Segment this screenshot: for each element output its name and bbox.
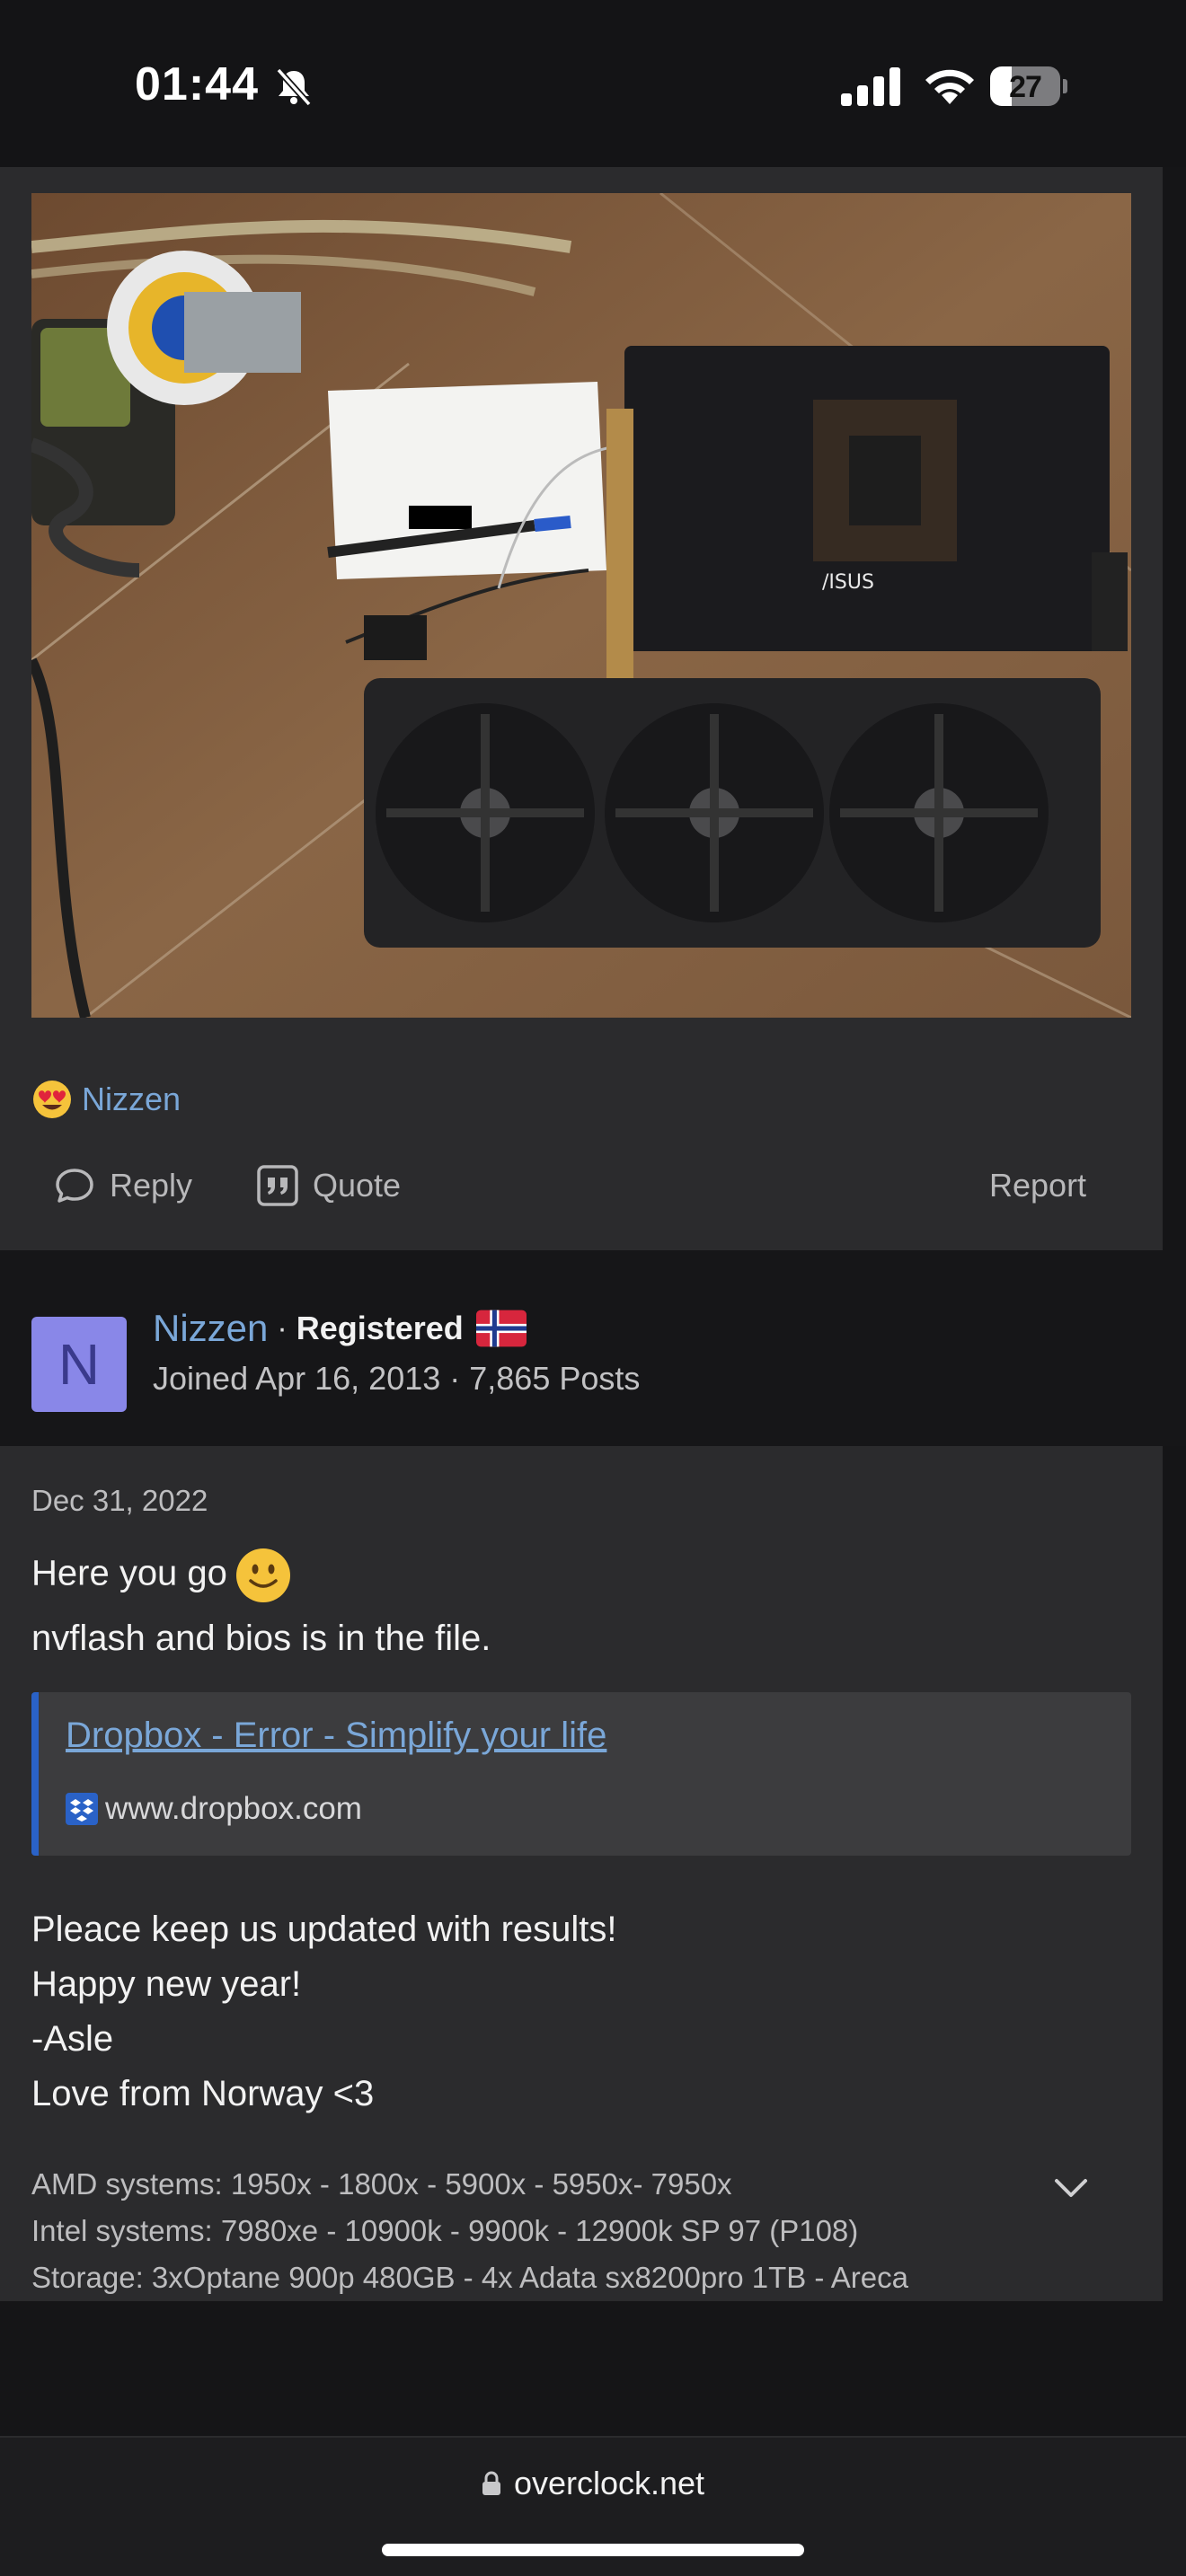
dropbox-icon: [66, 1793, 98, 1825]
battery-level: 27: [1009, 70, 1042, 104]
svg-text:/ISUS: /ISUS: [822, 571, 874, 594]
author-role: Registered: [296, 1310, 464, 1346]
post-text-line: nvflash and bios is in the file.: [31, 1619, 491, 1658]
chevron-down-icon[interactable]: [1049, 2166, 1093, 2210]
reply-label: Reply: [110, 1167, 193, 1204]
url-text: overclock.net: [513, 2465, 705, 2501]
reply-bubble-icon: [56, 1169, 93, 1203]
author-line: Nizzen · Registered: [153, 1306, 527, 1351]
status-time: 01:44: [135, 58, 259, 110]
reaction-user-name[interactable]: Nizzen: [82, 1081, 181, 1118]
signal-icon: [841, 67, 900, 106]
reply-button[interactable]: Reply: [52, 1159, 192, 1213]
link-preview-accent: [31, 1692, 39, 1856]
link-preview-title[interactable]: Dropbox - Error - Simplify your life: [66, 1716, 606, 1756]
post-date[interactable]: Dec 31, 2022: [31, 1484, 208, 1518]
quote-label: Quote: [313, 1167, 402, 1204]
post-text-line: Here you go: [31, 1553, 227, 1593]
home-indicator[interactable]: [382, 2544, 804, 2556]
status-bar: 01:44 27: [0, 0, 1186, 167]
heart-eyes-emoji-icon: [33, 1081, 71, 1118]
post-photo-gpu[interactable]: /ISUS: [31, 193, 1131, 1018]
author-stats: Joined Apr 16, 2013 · 7,865 Posts: [153, 1360, 641, 1397]
link-preview-card[interactable]: Dropbox - Error - Simplify your life www…: [31, 1692, 1131, 1856]
lock-icon: [482, 2471, 500, 2495]
separator-dot: ·: [277, 1310, 288, 1345]
norway-flag-icon: [475, 1310, 527, 1347]
avatar[interactable]: N: [31, 1317, 127, 1412]
author-name[interactable]: Nizzen: [153, 1307, 268, 1350]
link-domain-text: www.dropbox.com: [105, 1791, 362, 1826]
battery-icon: 27: [990, 66, 1067, 106]
closing-line: -Asle: [31, 2019, 114, 2059]
closing-line: Love from Norway <3: [31, 2074, 375, 2113]
post-author-header: N Nizzen · Registered Joined Apr 16, 201…: [0, 1250, 1186, 1446]
user-signature: AMD systems: 1950x - 1800x - 5900x - 595…: [31, 2161, 1092, 2301]
reaction-summary[interactable]: Nizzen: [31, 1078, 181, 1121]
signature-line: Intel systems: 7980xe - 10900k - 9900k -…: [31, 2214, 859, 2247]
bell-off-icon: [276, 67, 312, 107]
post-actions: Reply Quote Report: [52, 1159, 1094, 1213]
quote-button[interactable]: Quote: [255, 1159, 401, 1213]
url-display[interactable]: overclock.net: [0, 2465, 1186, 2502]
report-button[interactable]: Report: [989, 1159, 1086, 1213]
signature-line: AMD systems: 1950x - 1800x - 5900x - 595…: [31, 2167, 732, 2201]
gpu-photo-illustration: /ISUS: [31, 193, 1131, 1018]
post-line-1: Here you go: [31, 1547, 292, 1604]
browser-url-bar[interactable]: overclock.net: [0, 2436, 1186, 2576]
link-preview-domain: www.dropbox.com: [66, 1791, 362, 1827]
closing-line: Pleace keep us updated with results!: [31, 1910, 617, 1949]
report-label: Report: [989, 1167, 1087, 1204]
closing-line: Happy new year!: [31, 1964, 302, 2004]
smiley-emoji-icon: [235, 1548, 290, 1602]
wifi-icon: [925, 69, 974, 104]
quote-icon: [257, 1165, 298, 1206]
signature-line: Storage: 3xOptane 900p 480GB - 4x Adata …: [31, 2261, 908, 2294]
